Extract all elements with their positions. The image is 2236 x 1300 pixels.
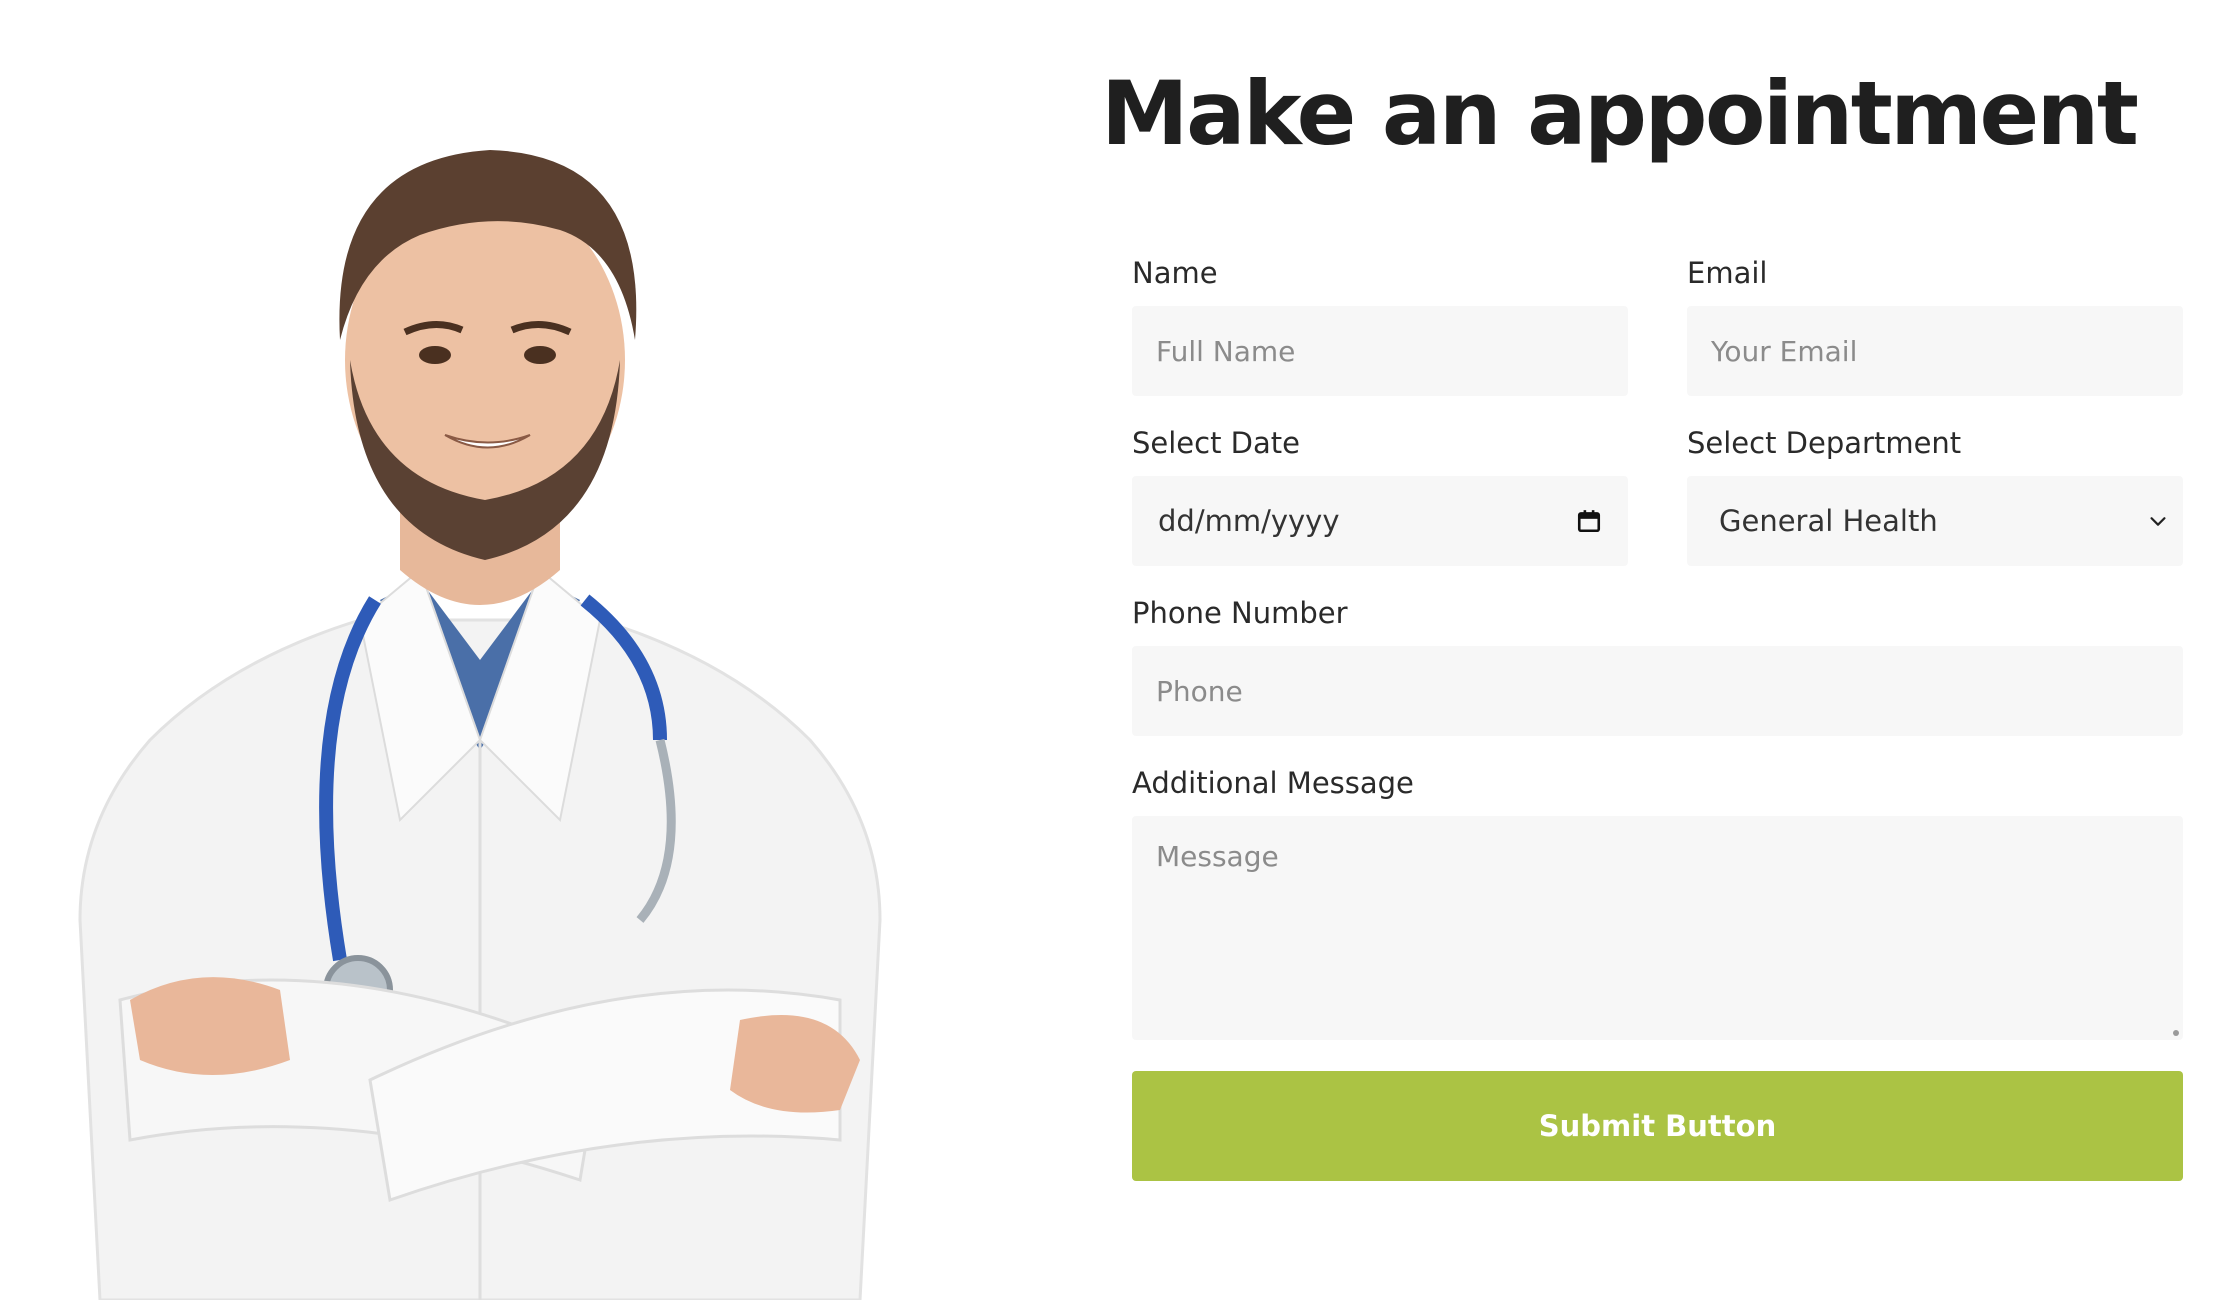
message-field-box [1132,816,2183,1040]
doctor-image [40,100,920,1300]
resize-handle-icon[interactable] [2173,1030,2179,1036]
department-label: Select Department [1687,426,1962,460]
message-textarea[interactable] [1132,816,2183,1040]
email-label: Email [1687,256,1768,290]
submit-button[interactable]: Submit Button [1132,1071,2183,1181]
phone-input[interactable] [1132,646,2183,736]
page-title: Make an appointment [1101,62,2139,165]
name-label: Name [1132,256,1218,290]
date-value: dd/mm/yyyy [1158,504,1340,538]
department-selected-value: General Health [1719,504,1938,538]
calendar-icon[interactable] [1576,508,1602,534]
department-select[interactable]: General Health [1687,476,2183,566]
email-input[interactable] [1687,306,2183,396]
message-label: Additional Message [1132,766,1414,800]
date-label: Select Date [1132,426,1300,460]
chevron-down-icon [2147,510,2169,532]
name-input[interactable] [1132,306,1628,396]
phone-field-box [1132,646,2183,736]
name-field-box [1132,306,1628,396]
appointment-page: Make an appointment Name Email Select Da… [0,0,2236,1300]
phone-label: Phone Number [1132,596,1348,630]
email-field-box [1687,306,2183,396]
date-input[interactable]: dd/mm/yyyy [1132,476,1628,566]
